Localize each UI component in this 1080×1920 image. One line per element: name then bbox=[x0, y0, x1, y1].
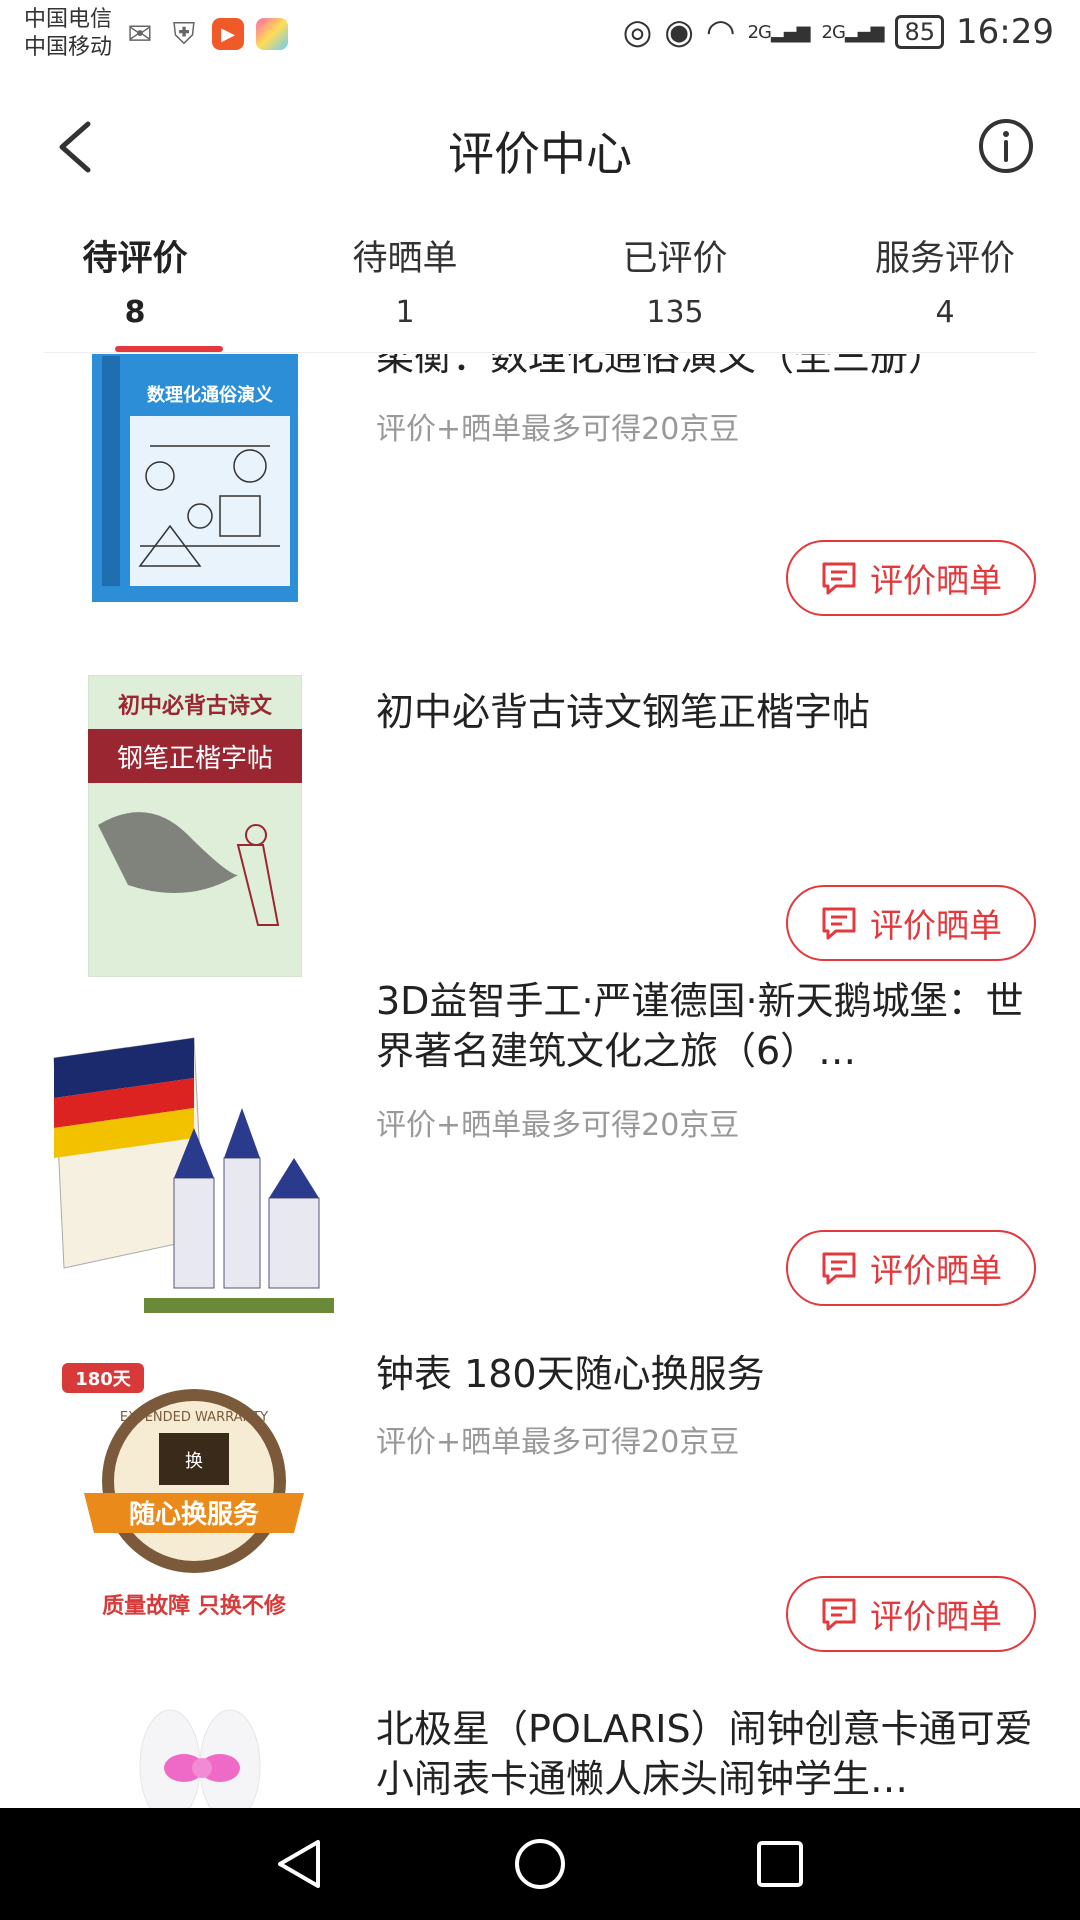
circle-home-icon bbox=[515, 1839, 565, 1889]
notification-icons: ✉ ⛨ ▶ bbox=[124, 16, 288, 52]
shield-icon: ⛨ bbox=[172, 16, 196, 52]
item-title[interactable]: 北极星（POLARIS）闹钟创意卡通可爱小闹表卡通懒人床头闹钟学生… bbox=[376, 1704, 1036, 1804]
wechat-icon: ✉ bbox=[127, 16, 153, 52]
comment-icon bbox=[822, 1252, 856, 1285]
product-thumbnail[interactable]: 初中必背古诗文 钢笔正楷字帖 bbox=[87, 674, 303, 978]
status-indicators: ◎ ◉ ◠ 2G▂▄▆ 2G▂▄▆ 85 16:29 bbox=[623, 12, 1054, 52]
comment-icon bbox=[822, 562, 856, 595]
review-button[interactable]: 评价晒单 bbox=[786, 1576, 1036, 1652]
item-title[interactable]: 钟表 180天随心换服务 bbox=[376, 1349, 1036, 1399]
wifi-icon: ◠ bbox=[705, 12, 736, 52]
eye-comfort-icon: ◉ bbox=[664, 12, 694, 52]
system-nav-bar bbox=[0, 1808, 1080, 1920]
product-thumbnail[interactable] bbox=[120, 1706, 280, 1808]
battery-icon: 85 bbox=[895, 15, 945, 49]
tabs-divider bbox=[44, 352, 1036, 353]
thumb-ring: EXTENDED WARRANTY bbox=[120, 1410, 268, 1425]
item-title[interactable]: 初中必背古诗文钢笔正楷字帖 bbox=[376, 687, 1036, 737]
review-list[interactable]: 数理化通俗演义 柔衡：数理化通俗演义（全三册） 评价+晒单最多可得20京豆 评价… bbox=[0, 354, 1080, 1808]
review-button[interactable]: 评价晒单 bbox=[786, 1230, 1036, 1306]
tab-count: 4 bbox=[935, 295, 955, 330]
item-title[interactable]: 3D益智手工·严谨德国·新天鹅城堡：世界著名建筑文化之旅（6）… bbox=[376, 976, 1036, 1076]
nav-back-button[interactable] bbox=[272, 1836, 328, 1892]
status-bar: 中国电信 中国移动 ✉ ⛨ ▶ ◎ ◉ ◠ 2G▂▄▆ 2G▂▄▆ 85 16:… bbox=[0, 0, 1080, 72]
list-item: 180天 EXTENDED WARRANTY 换 随心换服务 质量故障 只换不修… bbox=[0, 1325, 1080, 1670]
product-thumbnail[interactable]: 数理化通俗演义 bbox=[90, 354, 300, 606]
review-button-label: 评价晒单 bbox=[870, 1251, 1002, 1290]
nav-recents-button[interactable] bbox=[752, 1836, 808, 1892]
tab-pending-photos[interactable]: 待晒单 1 bbox=[270, 222, 540, 352]
review-button-label: 评价晒单 bbox=[870, 561, 1002, 600]
item-subtitle: 评价+晒单最多可得20京豆 bbox=[376, 412, 740, 447]
thumb-box-label: 换 bbox=[185, 1451, 203, 1472]
video-app-icon: ▶ bbox=[212, 18, 244, 50]
review-button-label: 评价晒单 bbox=[870, 1597, 1002, 1636]
tab-label: 待评价 bbox=[82, 239, 188, 279]
item-subtitle: 评价+晒单最多可得20京豆 bbox=[376, 1425, 740, 1460]
carrier-2: 中国移动 bbox=[24, 35, 113, 60]
carrier-info: 中国电信 中国移动 bbox=[24, 6, 112, 62]
tab-reviewed[interactable]: 已评价 135 bbox=[540, 222, 810, 352]
tab-pending-review[interactable]: 待评价 8 bbox=[0, 222, 270, 352]
list-item: 数理化通俗演义 柔衡：数理化通俗演义（全三册） 评价+晒单最多可得20京豆 评价… bbox=[0, 354, 1080, 635]
list-item: 3D益智手工·严谨德国·新天鹅城堡：世界著名建筑文化之旅（6）… 评价+晒单最多… bbox=[0, 979, 1080, 1328]
tab-label: 待晒单 bbox=[352, 239, 458, 279]
square-recents-icon bbox=[757, 1841, 803, 1887]
product-thumbnail[interactable]: 180天 EXTENDED WARRANTY 换 随心换服务 质量故障 只换不修 bbox=[44, 1363, 344, 1663]
gallery-app-icon bbox=[256, 18, 288, 50]
page-title: 评价中心 bbox=[448, 127, 632, 181]
item-subtitle: 评价+晒单最多可得20京豆 bbox=[376, 1108, 740, 1143]
review-button[interactable]: 评价晒单 bbox=[786, 540, 1036, 616]
carrier-1: 中国电信 bbox=[24, 7, 113, 32]
tab-bar: 待评价 8 待晒单 1 已评价 135 服务评价 4 bbox=[0, 222, 1080, 352]
info-button[interactable] bbox=[978, 118, 1034, 174]
thumb-badge: 180天 bbox=[75, 1369, 132, 1390]
nav-home-button[interactable] bbox=[512, 1836, 568, 1892]
thumb-title-2: 钢笔正楷字帖 bbox=[117, 744, 273, 774]
tab-service-review[interactable]: 服务评价 4 bbox=[810, 222, 1080, 352]
thumb-title-1: 初中必背古诗文 bbox=[118, 693, 273, 719]
hd-icon: ◎ bbox=[622, 12, 653, 52]
review-button[interactable]: 评价晒单 bbox=[786, 885, 1036, 961]
item-title[interactable]: 柔衡：数理化通俗演义（全三册） bbox=[376, 354, 1036, 382]
info-icon bbox=[979, 119, 1033, 173]
thumb-banner: 随心换服务 bbox=[129, 1499, 259, 1530]
tab-count: 1 bbox=[395, 295, 415, 330]
thumb-title: 数理化通俗演义 bbox=[147, 384, 273, 406]
signal-2-icon: 2G▂▄▆ bbox=[821, 21, 885, 43]
header: 评价中心 bbox=[0, 72, 1080, 222]
review-button-label: 评价晒单 bbox=[870, 906, 1002, 945]
product-thumbnail[interactable] bbox=[44, 1028, 344, 1328]
clock: 16:29 bbox=[956, 12, 1054, 52]
comment-icon bbox=[822, 1598, 856, 1631]
tab-label: 服务评价 bbox=[874, 239, 1015, 279]
list-item: 北极星（POLARIS）闹钟创意卡通可爱小闹表卡通懒人床头闹钟学生… bbox=[0, 1670, 1080, 1808]
list-item: 初中必背古诗文 钢笔正楷字帖 初中必背古诗文钢笔正楷字帖 评价晒单 bbox=[0, 635, 1080, 980]
comment-icon bbox=[822, 907, 856, 940]
signal-1-icon: 2G▂▄▆ bbox=[747, 21, 811, 43]
thumb-caption: 质量故障 只换不修 bbox=[102, 1593, 287, 1619]
tab-count: 135 bbox=[646, 295, 704, 330]
triangle-back-icon bbox=[278, 1840, 320, 1888]
tab-count: 8 bbox=[124, 295, 146, 330]
tab-label: 已评价 bbox=[622, 239, 728, 279]
